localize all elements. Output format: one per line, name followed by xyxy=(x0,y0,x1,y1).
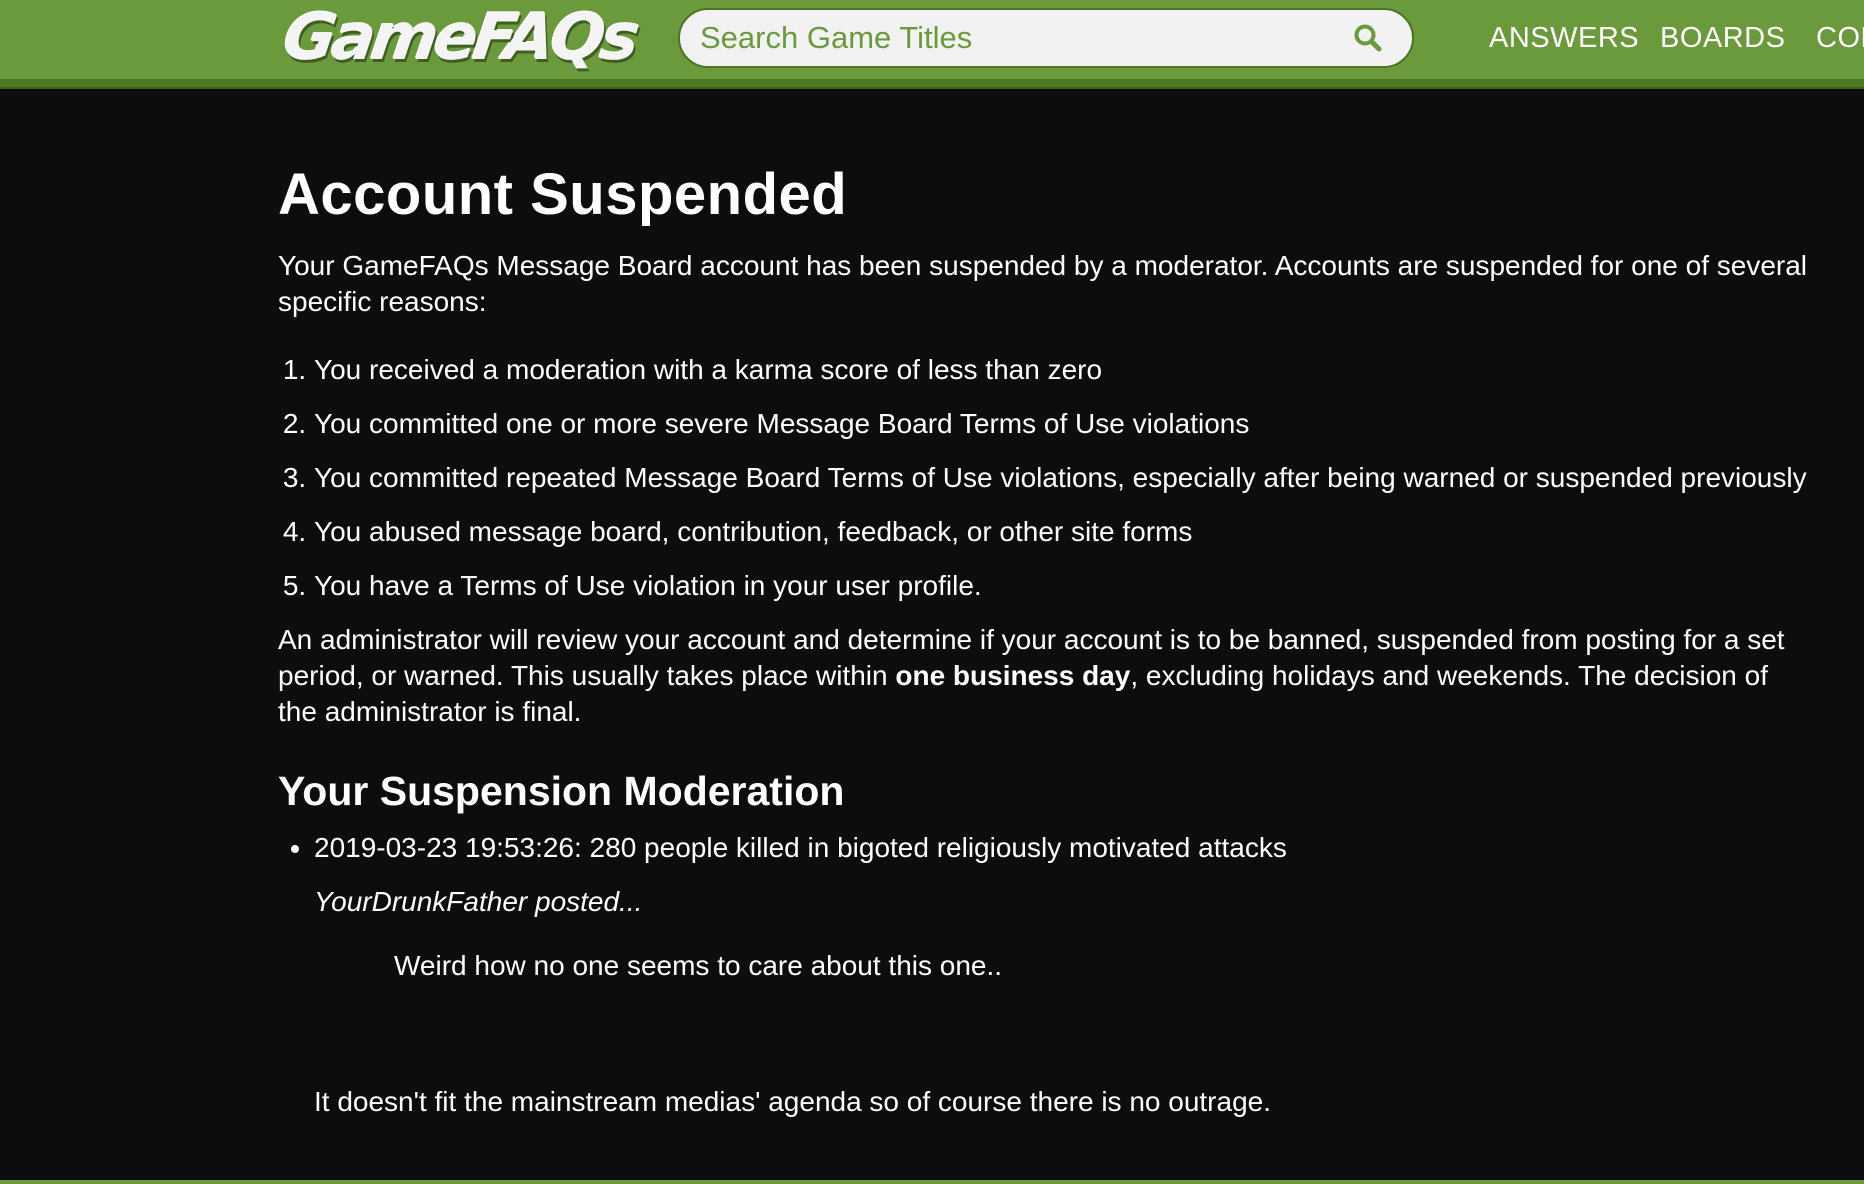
reason-item: You have a Terms of Use violation in you… xyxy=(314,568,1808,604)
search-input[interactable] xyxy=(680,10,1348,66)
nav-answers[interactable]: ANSWERS xyxy=(1489,0,1639,76)
reason-item: You committed one or more severe Message… xyxy=(314,406,1808,442)
poster-line: YourDrunkFather posted... xyxy=(314,886,643,917)
reason-item: You received a moderation with a karma s… xyxy=(314,352,1808,388)
site-header: GameFAQs ANSWERS BOARDS COM xyxy=(0,0,1864,89)
reasons-list: You received a moderation with a karma s… xyxy=(278,352,1808,604)
nav-community[interactable]: COM xyxy=(1816,0,1864,76)
reason-item: You committed repeated Message Board Ter… xyxy=(314,460,1808,496)
nav-boards[interactable]: BOARDS xyxy=(1660,0,1785,76)
moderation-list: 2019-03-23 19:53:26: 280 people killed i… xyxy=(278,830,1808,866)
section-title: Your Suspension Moderation xyxy=(278,768,845,814)
business-day-emphasis: one business day xyxy=(895,660,1131,691)
moderation-entry: 2019-03-23 19:53:26: 280 people killed i… xyxy=(314,830,1808,866)
page-title: Account Suspended xyxy=(278,162,848,227)
admin-review-note: An administrator will review your accoun… xyxy=(278,622,1808,730)
bottom-border xyxy=(0,1180,1864,1184)
reason-item: You abused message board, contribution, … xyxy=(314,514,1808,550)
intro-text: Your GameFAQs Message Board account has … xyxy=(278,250,1808,317)
main-content: Account Suspended Your GameFAQs Message … xyxy=(278,150,1808,1120)
search-bar[interactable] xyxy=(678,8,1414,68)
quoted-post-line: Weird how no one seems to care about thi… xyxy=(394,950,1003,981)
gamefaqs-logo[interactable]: GameFAQs xyxy=(279,1,641,75)
quoted-post-line: It doesn't fit the mainstream medias' ag… xyxy=(314,1086,1272,1117)
search-icon[interactable] xyxy=(1348,18,1388,58)
